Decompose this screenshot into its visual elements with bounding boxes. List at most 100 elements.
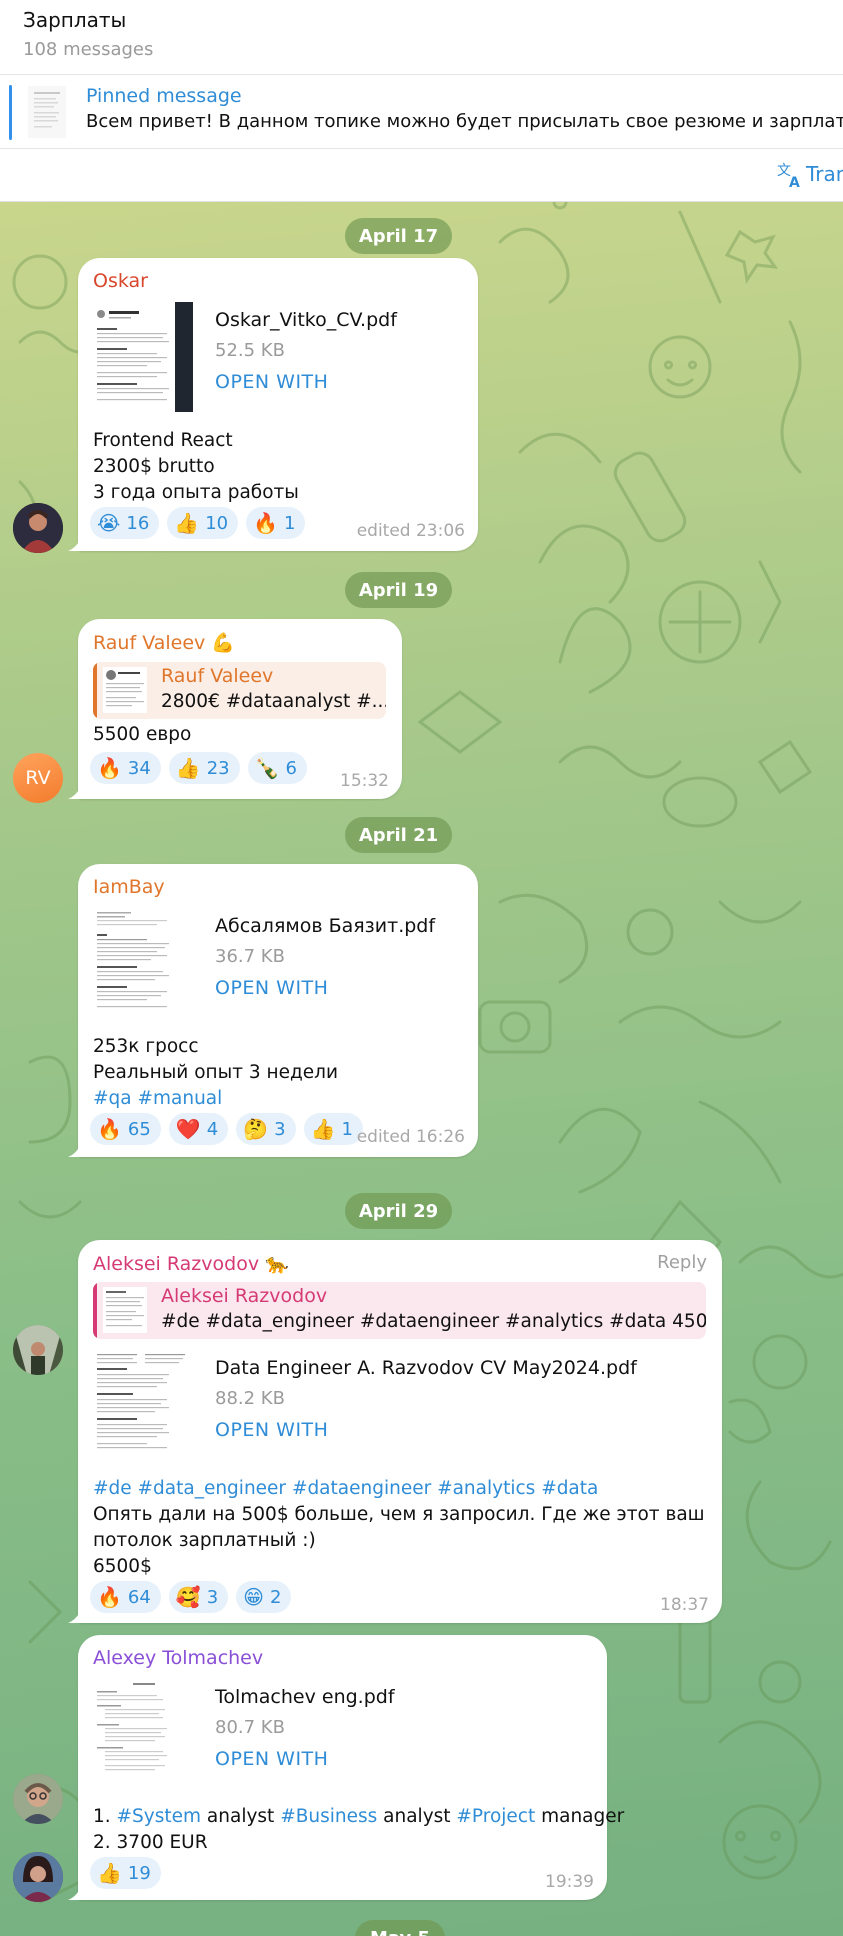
quote-bar (93, 662, 97, 719)
avatar[interactable] (13, 1325, 63, 1375)
reaction-chip[interactable]: 👍 1 (303, 1113, 363, 1145)
reaction-count: 1 (284, 512, 296, 534)
message-meta: 19:39 (545, 1872, 594, 1892)
file-thumbnail[interactable] (93, 908, 193, 1018)
sender-name[interactable]: Alexey Tolmachev (93, 1647, 263, 1669)
sender-name[interactable]: Rauf Valeev 💪 (93, 631, 235, 654)
file-name[interactable]: Oskar_Vitko_CV.pdf (215, 309, 397, 331)
reaction-chip[interactable]: 🥰 3 (168, 1581, 229, 1613)
file-size: 36.7 KB (215, 946, 285, 967)
hashtag-line: #qa #manual (93, 1086, 222, 1112)
reaction-emoji: 👍 (174, 511, 200, 535)
sender-name-text: Rauf Valeev (93, 632, 206, 654)
reaction-count: 64 (127, 1586, 151, 1608)
open-with-button[interactable]: OPEN WITH (215, 1748, 328, 1770)
quote-bar (93, 1282, 97, 1339)
quote-thumbnail (103, 1287, 147, 1333)
open-with-button[interactable]: OPEN WITH (215, 371, 328, 393)
chat-header[interactable]: Зарплаты 108 messages (0, 0, 843, 75)
hashtag-link[interactable]: #Project (456, 1806, 535, 1827)
quote-thumbnail (103, 667, 147, 713)
file-thumbnail[interactable] (93, 1350, 193, 1460)
reaction-emoji: 🍾 (254, 756, 280, 780)
hashtag-link[interactable]: #qa (93, 1088, 132, 1109)
hashtag-link[interactable]: #Business (280, 1806, 377, 1827)
file-thumbnail[interactable] (93, 302, 193, 412)
sender-badge-icon: 💪 (211, 632, 235, 654)
message-text-line: Опять дали на 500$ больше, чем я запроси… (93, 1504, 705, 1525)
reaction-chip[interactable]: 👍 23 (168, 752, 240, 784)
avatar[interactable] (13, 1774, 63, 1824)
reaction-chip[interactable]: 🔥 65 (90, 1113, 161, 1145)
hashtag-link[interactable]: #System (117, 1806, 202, 1827)
chat-area[interactable]: April 17 Oskar Oskar_Vitko_CV.pdf 52.5 K… (0, 202, 843, 1936)
hashtag-link[interactable]: #analytics (437, 1478, 535, 1499)
reaction-chip[interactable]: 🔥 1 (246, 507, 306, 539)
message-meta: edited 23:06 (356, 521, 465, 541)
avatar[interactable] (13, 1852, 63, 1902)
reaction-count: 65 (127, 1118, 151, 1140)
reactions-row: 🔥 64 🥰 3 😁 2 (90, 1581, 292, 1613)
message-bubble[interactable]: Alexey Tolmachev Tolmachev eng.pdf 80.7 … (68, 1635, 624, 1900)
message-bubble[interactable]: Rauf Valeev 💪 Rauf Valeev 2800€ #dataana… (68, 619, 402, 799)
hashtag-link[interactable]: #data (541, 1478, 598, 1499)
message-bubble[interactable]: Aleksei Razvodov 🐆 Reply Aleksei Razvodo… (68, 1240, 722, 1623)
sender-name-text: Aleksei Razvodov (93, 1253, 260, 1275)
sender-name[interactable]: Oskar (93, 270, 148, 292)
reaction-emoji: 👍 (97, 1861, 122, 1885)
reaction-chip[interactable]: 👍 19 (90, 1857, 161, 1889)
message-bubble[interactable]: Oskar Oskar_Vitko_CV.pdf 52.5 KB OPEN WI… (68, 258, 478, 551)
quote-text: #de #data_engineer #dataengineer #analyt… (161, 1311, 706, 1332)
avatar-photo (13, 503, 63, 553)
quoted-message[interactable]: Aleksei Razvodov #de #data_engineer #dat… (93, 1282, 706, 1339)
file-thumbnail[interactable] (93, 1679, 193, 1789)
message-bubble[interactable]: IamBay Абсалямов Баязит.pdf 36.7 KB OPEN… (68, 864, 478, 1157)
hashtag-link[interactable]: #data_engineer (138, 1478, 287, 1499)
message-text-line: Реальный опыт 3 недели (93, 1062, 339, 1083)
reaction-chip[interactable]: 🤔 3 (236, 1113, 296, 1145)
message-text-line: 2. 3700 EUR (93, 1832, 208, 1853)
sender-badge-icon: 🐆 (265, 1253, 289, 1275)
open-with-button[interactable]: OPEN WITH (215, 1419, 328, 1441)
bubble-tail (68, 1884, 82, 1900)
avatar[interactable] (13, 503, 63, 553)
svg-text:A: A (789, 175, 800, 189)
translate-button[interactable]: Translate (806, 162, 843, 186)
reactions-row: 😭 16 👍 10 🔥 1 (90, 507, 306, 539)
date-separator: April 29 (345, 1193, 452, 1229)
reaction-chip[interactable]: 😭 16 (90, 507, 160, 539)
reaction-chip[interactable]: 🔥 64 (90, 1581, 161, 1613)
quoted-message[interactable]: Rauf Valeev 2800€ #dataanalyst #... (93, 662, 386, 719)
reaction-chip[interactable]: ❤️ 4 (168, 1113, 229, 1145)
reaction-chip[interactable]: 🍾 6 (247, 752, 307, 784)
reaction-chip[interactable]: 😁 2 (236, 1581, 292, 1613)
hashtag-link[interactable]: #de (93, 1478, 132, 1499)
reaction-chip[interactable]: 🔥 34 (90, 752, 161, 784)
reply-button[interactable]: Reply (657, 1252, 707, 1273)
avatar[interactable]: RV (13, 753, 63, 803)
reaction-chip[interactable]: 👍 10 (167, 507, 239, 539)
file-name[interactable]: Tolmachev eng.pdf (215, 1686, 395, 1708)
chat-title: Зарплаты (23, 8, 127, 32)
message-text-line: 6500$ (93, 1556, 152, 1577)
file-name[interactable]: Абсалямов Баязит.pdf (215, 915, 435, 937)
reaction-count: 4 (206, 1118, 219, 1140)
hashtag-link[interactable]: #manual (137, 1088, 222, 1109)
hashtag-link[interactable]: #dataengineer (292, 1478, 431, 1499)
pinned-indicator (9, 85, 12, 140)
file-size: 52.5 KB (215, 340, 285, 361)
reaction-emoji: 🤔 (243, 1117, 269, 1141)
sender-name[interactable]: IamBay (93, 876, 165, 898)
translate-icon: 文 A (777, 163, 800, 189)
file-name[interactable]: Data Engineer A. Razvodov CV May2024.pdf (215, 1357, 637, 1379)
date-label: April 19 (358, 579, 439, 601)
translate-bar[interactable]: 文 A Translate (0, 149, 843, 202)
pinned-text: Всем привет! В данном топике можно будет… (86, 111, 843, 132)
open-with-button[interactable]: OPEN WITH (215, 977, 328, 999)
avatar-initials: RV (25, 767, 51, 789)
hashtag-line: #de #data_engineer #dataengineer #analyt… (93, 1476, 598, 1502)
reaction-emoji: 🔥 (97, 1585, 122, 1609)
sender-name[interactable]: Aleksei Razvodov 🐆 (93, 1252, 289, 1275)
pinned-message-bar[interactable]: Pinned message Всем привет! В данном топ… (0, 75, 843, 149)
message-text-line: 1. #System analyst #Business analyst #Pr… (93, 1804, 624, 1830)
